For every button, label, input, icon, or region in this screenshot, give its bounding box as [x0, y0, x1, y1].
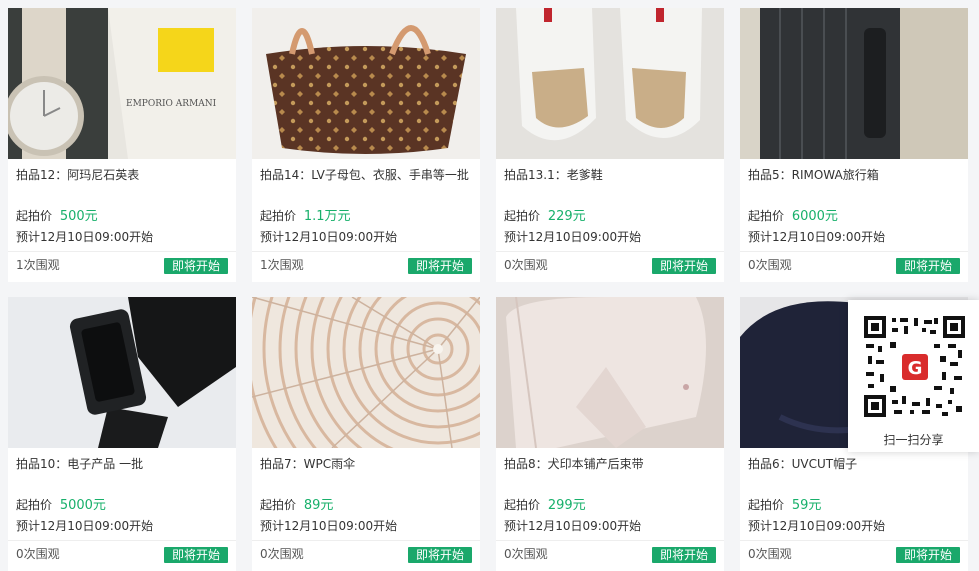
suitcase-image[interactable] — [740, 8, 968, 159]
start-time: 预计12月10日09:00开始 — [16, 230, 154, 244]
start-time: 预计12月10日09:00开始 — [260, 519, 398, 533]
sneakers-image[interactable] — [496, 8, 724, 159]
start-time: 预计12月10日09:00开始 — [16, 519, 154, 533]
smartwatch-icon — [8, 297, 236, 448]
start-time: 预计12月10日09:00开始 — [748, 519, 886, 533]
umbrella-image[interactable] — [252, 297, 480, 448]
watch-image[interactable]: EMPORIO ARMANI — [8, 8, 236, 159]
lot-title[interactable]: 拍品10：电子产品 一批 — [16, 457, 143, 471]
view-count: 0次围观 — [504, 547, 548, 561]
status-button[interactable]: 即将开始 — [896, 547, 960, 563]
lot-title[interactable]: 拍品12：阿玛尼石英表 — [16, 168, 139, 182]
lot-card[interactable]: 拍品5：RIMOWA旅行箱 起拍价 6000元 预计12月10日09:00开始 … — [740, 8, 968, 282]
status-button[interactable]: 即将开始 — [408, 547, 472, 563]
starting-price: 500元 — [59, 209, 98, 224]
start-time: 预计12月10日09:00开始 — [748, 230, 886, 244]
view-count: 0次围观 — [260, 547, 304, 561]
lot-title[interactable]: 拍品5：RIMOWA旅行箱 — [748, 168, 879, 182]
divider — [496, 251, 724, 252]
view-count: 0次围观 — [504, 258, 548, 272]
lot-title[interactable]: 拍品8：犬印本铺产后束带 — [504, 457, 644, 471]
view-count: 0次围观 — [16, 547, 60, 561]
handbag-image[interactable] — [252, 8, 480, 159]
price-label: 起拍价 — [16, 498, 53, 512]
starting-price: 89元 — [303, 498, 334, 513]
suitcase-icon — [740, 8, 968, 159]
status-button[interactable]: 即将开始 — [652, 547, 716, 563]
divider — [252, 540, 480, 541]
lot-card[interactable]: 拍品13.1：老爹鞋 起拍价 229元 预计12月10日09:00开始 0次围观… — [496, 8, 724, 282]
umbrella-icon — [252, 297, 480, 448]
lot-title[interactable]: 拍品7：WPC雨伞 — [260, 457, 355, 471]
price-row: 起拍价 1.1万元 — [260, 208, 351, 225]
price-label: 起拍价 — [16, 209, 53, 223]
auction-grid: EMPORIO ARMANI 拍品12：阿玛尼石英表 起拍价 500元 预计12… — [0, 0, 979, 571]
starting-price: 59元 — [791, 498, 822, 513]
price-row: 起拍价 89元 — [260, 497, 333, 514]
price-row: 起拍价 229元 — [504, 208, 586, 225]
handbag-icon — [252, 8, 480, 159]
price-label: 起拍价 — [260, 209, 297, 223]
lot-card[interactable]: 拍品8：犬印本铺产后束带 起拍价 299元 预计12月10日09:00开始 0次… — [496, 297, 724, 571]
lot-title[interactable]: 拍品14：LV子母包、衣服、手串等一批 — [260, 168, 469, 182]
divider — [496, 540, 724, 541]
starting-price: 299元 — [547, 498, 586, 513]
price-label: 起拍价 — [748, 209, 785, 223]
divider — [8, 251, 236, 252]
view-count: 0次围观 — [748, 547, 792, 561]
price-row: 起拍价 6000元 — [748, 208, 838, 225]
view-count: 0次围观 — [748, 258, 792, 272]
qr-code-icon[interactable]: G — [864, 316, 965, 417]
price-row: 起拍价 5000元 — [16, 497, 106, 514]
price-label: 起拍价 — [748, 498, 785, 512]
view-count: 1次围观 — [16, 258, 60, 272]
status-button[interactable]: 即将开始 — [896, 258, 960, 274]
status-button[interactable]: 即将开始 — [164, 258, 228, 274]
smartwatch-image[interactable] — [8, 297, 236, 448]
watch-icon: EMPORIO ARMANI — [8, 8, 236, 159]
lot-title[interactable]: 拍品13.1：老爹鞋 — [504, 168, 603, 182]
divider — [252, 251, 480, 252]
share-panel: G 扫一扫分享 — [848, 300, 979, 452]
belt-icon — [496, 297, 724, 448]
view-count: 1次围观 — [260, 258, 304, 272]
price-label: 起拍价 — [504, 498, 541, 512]
lot-card[interactable]: 拍品14：LV子母包、衣服、手串等一批 起拍价 1.1万元 预计12月10日09… — [252, 8, 480, 282]
start-time: 预计12月10日09:00开始 — [504, 230, 642, 244]
starting-price: 229元 — [547, 209, 586, 224]
starting-price: 1.1万元 — [303, 209, 351, 224]
lot-card[interactable]: 拍品7：WPC雨伞 起拍价 89元 预计12月10日09:00开始 0次围观 即… — [252, 297, 480, 571]
starting-price: 6000元 — [791, 209, 838, 224]
start-time: 预计12月10日09:00开始 — [504, 519, 642, 533]
status-button[interactable]: 即将开始 — [652, 258, 716, 274]
lot-card[interactable]: 拍品10：电子产品 一批 起拍价 5000元 预计12月10日09:00开始 0… — [8, 297, 236, 571]
price-label: 起拍价 — [504, 209, 541, 223]
lot-card[interactable]: EMPORIO ARMANI 拍品12：阿玛尼石英表 起拍价 500元 预计12… — [8, 8, 236, 282]
divider — [740, 251, 968, 252]
svg-text:EMPORIO ARMANI: EMPORIO ARMANI — [126, 99, 217, 109]
price-label: 起拍价 — [260, 498, 297, 512]
svg-text:G: G — [908, 358, 923, 379]
starting-price: 5000元 — [59, 498, 106, 513]
status-button[interactable]: 即将开始 — [408, 258, 472, 274]
lot-title[interactable]: 拍品6：UVCUT帽子 — [748, 457, 857, 471]
price-row: 起拍价 299元 — [504, 497, 586, 514]
divider — [8, 540, 236, 541]
status-button[interactable]: 即将开始 — [164, 547, 228, 563]
price-row: 起拍价 59元 — [748, 497, 821, 514]
sneakers-icon — [496, 8, 724, 159]
share-caption: 扫一扫分享 — [883, 433, 944, 447]
start-time: 预计12月10日09:00开始 — [260, 230, 398, 244]
divider — [740, 540, 968, 541]
price-row: 起拍价 500元 — [16, 208, 98, 225]
belt-image[interactable] — [496, 297, 724, 448]
